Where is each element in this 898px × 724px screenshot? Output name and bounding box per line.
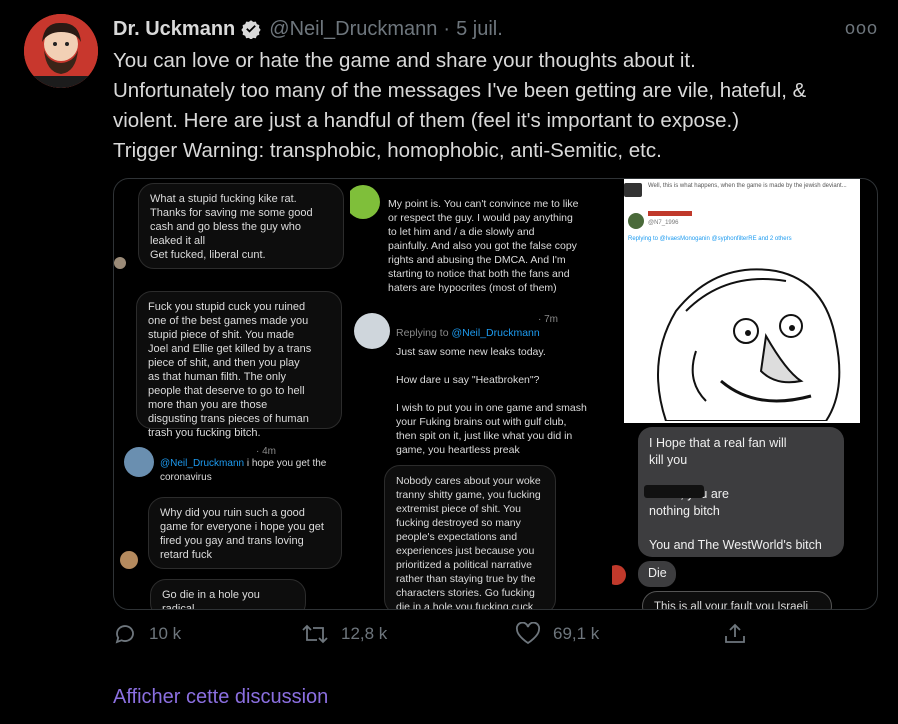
- sender-avatar: [612, 565, 626, 585]
- screenshot-panel-3: Well, this is what happens, when the gam…: [612, 179, 877, 609]
- retweet-count: 12,8 k: [341, 624, 388, 643]
- author-handle[interactable]: @Neil_Druckmann: [269, 18, 437, 41]
- message-bubble: This is all your fault you Israeli: [642, 591, 832, 609]
- author-avatar[interactable]: [24, 14, 98, 88]
- message-bubble: What a stupid fucking kike rat. Thanks f…: [138, 183, 344, 269]
- sender-avatar: [114, 257, 126, 269]
- antisemitic-caricature-image: [626, 251, 858, 421]
- screenshot-panel-1: What a stupid fucking kike rat. Thanks f…: [114, 179, 350, 609]
- reply-button[interactable]: 10 k: [113, 622, 181, 646]
- heart-icon: [516, 622, 540, 645]
- author-name[interactable]: Dr. Uckmann: [113, 18, 235, 41]
- redacted-name: [648, 211, 692, 216]
- like-count: 69,1 k: [553, 624, 600, 643]
- user-photo: [624, 183, 642, 197]
- message-bubble: Die: [638, 561, 676, 587]
- share-icon: [725, 623, 745, 643]
- screenshot-panel-2: My point is. You can't convince me to li…: [350, 179, 612, 609]
- embedded-handle: @N7_1996: [648, 220, 679, 226]
- message-time: · 7m: [538, 314, 558, 325]
- replying-to-label: Replying to: [396, 327, 452, 339]
- reply-icon: [115, 625, 134, 644]
- retweet-button[interactable]: 12,8 k: [301, 622, 387, 646]
- redacted-text: [644, 485, 704, 498]
- sender-avatar: [350, 185, 380, 219]
- reply-message: Just saw some new leaks today. How dare …: [396, 346, 587, 456]
- tweet-actions: 10 k 12,8 k 69,1 k: [113, 622, 753, 654]
- embedded-tweet-screenshot: Well, this is what happens, when the gam…: [624, 179, 860, 423]
- message-bubble: Fuck you stupid cuck you ruined one of t…: [136, 291, 342, 439]
- avatar-illustration: [24, 14, 98, 88]
- message-bubble: Why did you ruin such a good game for ev…: [148, 497, 342, 569]
- reply-text: @Neil_Druckmann i hope you get the coron…: [160, 457, 346, 485]
- reply-count: 10 k: [149, 624, 182, 643]
- embedded-tweet-text: Well, this is what happens, when the gam…: [648, 183, 847, 189]
- sender-avatar: [120, 551, 138, 569]
- reply-avatar: [354, 313, 390, 349]
- retweet-icon: [302, 624, 328, 644]
- separator-dot: ·: [443, 17, 451, 40]
- tweet-date[interactable]: 5 juil.: [456, 18, 503, 41]
- share-button[interactable]: [723, 622, 759, 646]
- message-bubble: Nobody cares about your woke tranny shit…: [384, 465, 556, 609]
- reply-avatar: [124, 447, 154, 477]
- message-bubble: Go die in a hole you radical feminist: [150, 579, 306, 609]
- tweet-text: You can love or hate the game and share …: [113, 49, 807, 162]
- embedded-avatar: [628, 213, 644, 229]
- like-button[interactable]: 69,1 k: [515, 622, 599, 646]
- more-options-icon[interactable]: ooo: [845, 18, 878, 39]
- tweet-header: Dr. Uckmann @Neil_Druckmann · 5 juil. oo…: [113, 14, 878, 44]
- reply-handle-link[interactable]: @Neil_Druckmann: [451, 327, 539, 339]
- verified-badge-icon: [241, 20, 261, 39]
- show-thread-link[interactable]: Afficher cette discussion: [113, 686, 328, 709]
- replying-to: Replying to @Neil_Druckmann: [396, 326, 608, 340]
- tweet-media[interactable]: What a stupid fucking kike rat. Thanks f…: [113, 178, 878, 610]
- message-text: My point is. You can't convince me to li…: [388, 198, 579, 294]
- reply-handle-link[interactable]: @Neil_Druckmann: [160, 458, 244, 469]
- embedded-replying: Replying to @IvaesMonoganin @syphonfilte…: [628, 236, 792, 242]
